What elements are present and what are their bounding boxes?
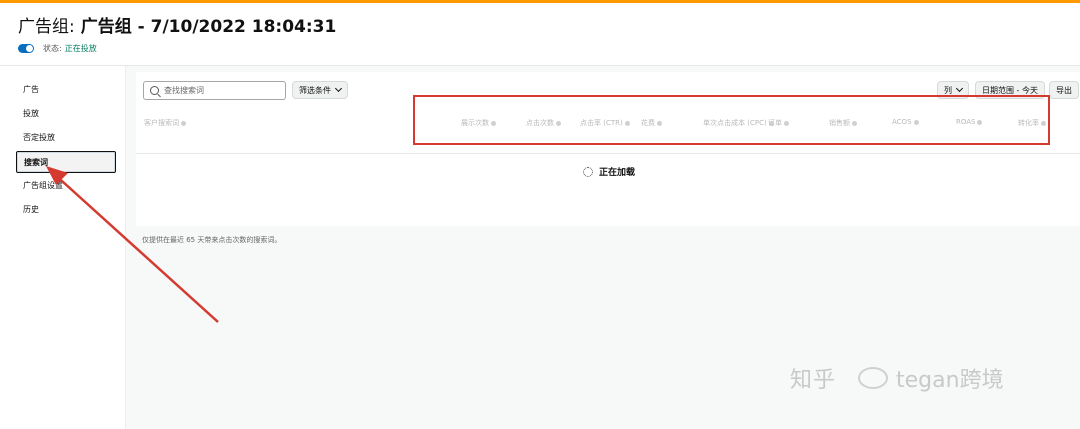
watermark: 知乎 tegan跨境 [790,362,1004,394]
watermark-zhihu: 知乎 [790,368,837,393]
watermark-name: tegan跨境 [896,368,1004,393]
wechat-icon [858,367,889,389]
